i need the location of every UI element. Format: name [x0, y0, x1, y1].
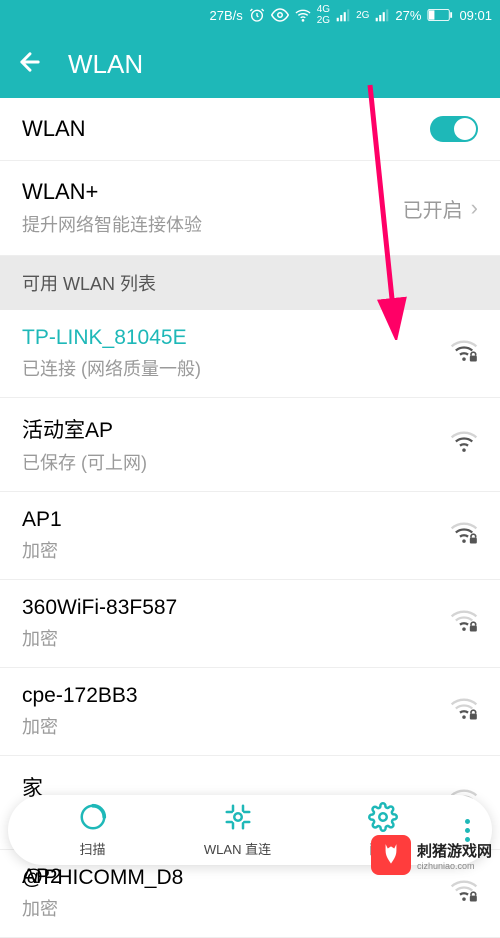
- wlan-direct-button[interactable]: WLAN 直连: [165, 802, 310, 858]
- eye-icon: [271, 6, 289, 24]
- wifi-signal-icon: [450, 879, 478, 908]
- wlan-plus-status: 已开启: [403, 194, 463, 223]
- battery-icon: [427, 8, 453, 22]
- wlan-toggle-row[interactable]: WLAN: [0, 98, 500, 161]
- wifi-status-text: 加密: [22, 625, 177, 651]
- wifi-signal-icon: [450, 339, 478, 368]
- net-speed: 27B/s: [209, 8, 242, 23]
- scan-label: 扫描: [79, 839, 105, 858]
- list-item-peek[interactable]: AP2: [22, 865, 62, 889]
- watermark-title: 刺猪游戏网: [417, 840, 492, 861]
- wifi-status-text: 加密: [22, 713, 138, 739]
- wifi-network-row[interactable]: cpe-172BB3 加密: [0, 668, 500, 756]
- wifi-status-text: 加密: [22, 537, 62, 563]
- scan-button[interactable]: 扫描: [20, 802, 165, 858]
- wlan-plus-title: WLAN+: [22, 179, 202, 205]
- wifi-signal-icon: [450, 609, 478, 638]
- wifi-name: 活动室AP: [22, 414, 147, 444]
- wifi-status-text: 加密: [22, 895, 183, 921]
- scan-icon: [78, 802, 108, 837]
- wifi-name: TP-LINK_81045E: [22, 326, 201, 350]
- wifi-status-text: 已连接 (网络质量一般): [22, 355, 201, 381]
- signal-bars-2: [375, 8, 389, 22]
- wifi-network-row[interactable]: 360WiFi-83F587 加密: [0, 580, 500, 668]
- wifi-network-row[interactable]: 活动室AP 已保存 (可上网): [0, 398, 500, 492]
- wifi-signal-icon: [450, 521, 478, 550]
- watermark: 刺猪游戏网 cizhuniao.com: [371, 835, 492, 875]
- alarm-icon: [249, 7, 265, 23]
- battery-pct: 27%: [395, 8, 421, 23]
- gear-icon: [368, 802, 398, 837]
- status-bar: 27B/s 4G2G 2G 27% 09:01: [0, 0, 500, 30]
- wifi-name: 360WiFi-83F587: [22, 596, 177, 620]
- wlan-label: WLAN: [22, 116, 86, 142]
- wifi-network-row[interactable]: TP-LINK_81045E 已连接 (网络质量一般): [0, 310, 500, 398]
- back-arrow-icon[interactable]: [16, 48, 44, 81]
- signal-bars-1: [336, 8, 350, 22]
- signal-2-icon: 2G: [356, 10, 369, 21]
- wlan-plus-row[interactable]: WLAN+ 提升网络智能连接体验 已开启 ›: [0, 161, 500, 256]
- wifi-name: cpe-172BB3: [22, 684, 138, 708]
- wlan-plus-desc: 提升网络智能连接体验: [22, 211, 202, 237]
- watermark-url: cizhuniao.com: [417, 861, 475, 871]
- wifi-status-text: 已保存 (可上网): [22, 449, 147, 475]
- chevron-right-icon: ›: [471, 195, 478, 221]
- wifi-signal-icon: [450, 430, 478, 459]
- wifi-network-row[interactable]: AP1 加密: [0, 492, 500, 580]
- page-title: WLAN: [68, 49, 143, 80]
- clock-time: 09:01: [459, 8, 492, 23]
- watermark-icon: [371, 835, 411, 875]
- signal-1-icon: 4G2G: [317, 4, 330, 26]
- app-header: WLAN: [0, 30, 500, 98]
- wifi-name: AP1: [22, 508, 62, 532]
- wifi-status-icon: [295, 7, 311, 23]
- wifi-signal-icon: [450, 697, 478, 726]
- wlan-switch[interactable]: [430, 116, 478, 142]
- wlan-direct-label: WLAN 直连: [204, 839, 271, 858]
- available-networks-header: 可用 WLAN 列表: [0, 256, 500, 310]
- wlan-direct-icon: [223, 802, 253, 837]
